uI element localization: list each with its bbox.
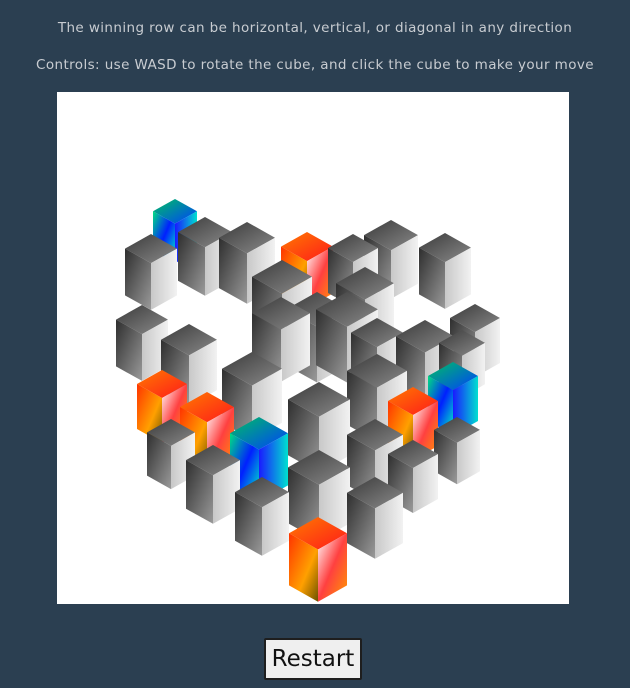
win-rule-text: The winning row can be horizontal, verti…: [57, 20, 573, 36]
restart-button[interactable]: Restart: [264, 638, 362, 680]
game-board-canvas[interactable]: [57, 92, 569, 604]
empty-cell-cube[interactable]: [186, 445, 240, 524]
empty-cell-cube[interactable]: [347, 477, 403, 559]
empty-cell-cube[interactable]: [125, 234, 177, 310]
controls-text: Controls: use WASD to rotate the cube, a…: [36, 57, 594, 73]
empty-cell-cube[interactable]: [235, 477, 289, 556]
cube-grid[interactable]: [57, 92, 569, 604]
player-1-cube[interactable]: [289, 517, 347, 602]
empty-cell-cube[interactable]: [116, 305, 168, 381]
empty-cell-cube[interactable]: [434, 417, 480, 485]
empty-cell-cube[interactable]: [419, 233, 471, 309]
